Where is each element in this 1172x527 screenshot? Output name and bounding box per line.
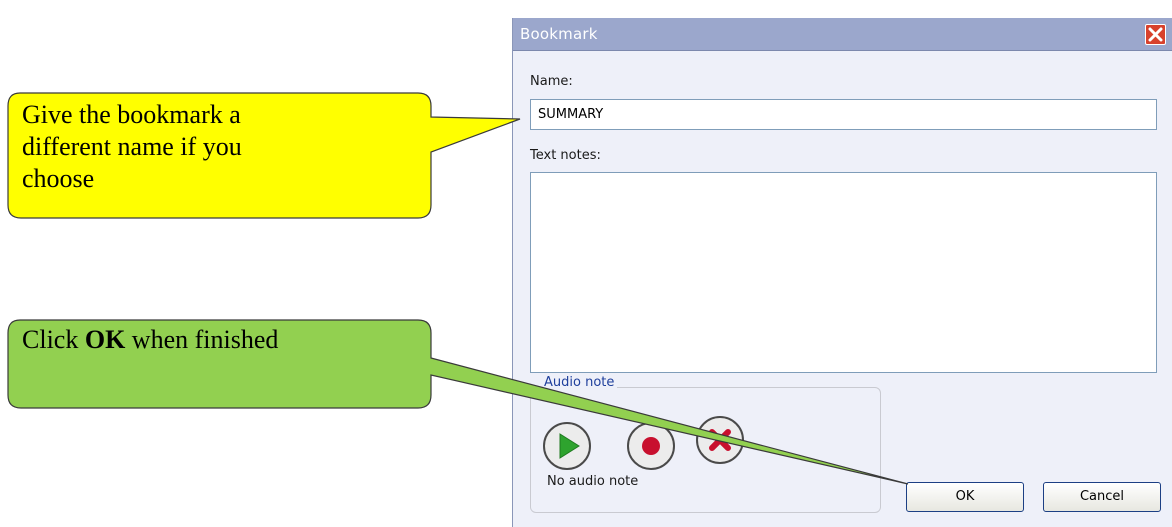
- callout-shapes: [7, 92, 909, 485]
- name-hint-line-2: different name if you: [22, 132, 242, 161]
- ok-hint-prefix: Click: [22, 325, 85, 354]
- ok-hint-bold: OK: [84, 325, 126, 354]
- name-hint-line-3: choose: [22, 164, 95, 193]
- ok-hint-suffix: when finished: [125, 325, 279, 354]
- ok-hint-text: Click OK when finished: [22, 324, 278, 356]
- name-hint-line-1: Give the bookmark a: [22, 100, 241, 129]
- name-hint-text: Give the bookmark a different name if yo…: [22, 99, 242, 195]
